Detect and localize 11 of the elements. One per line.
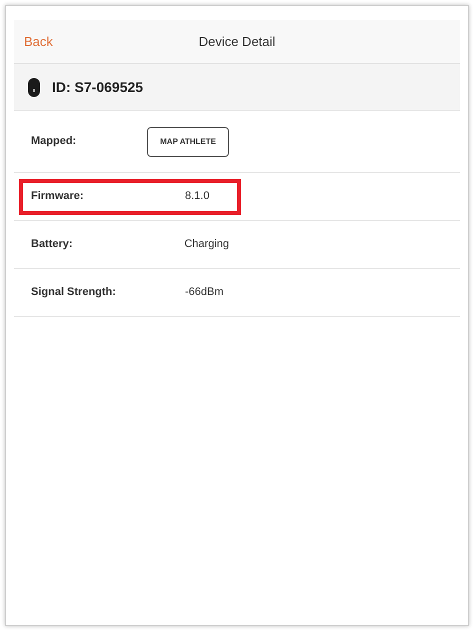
field-label: Signal Strength: [31, 285, 117, 300]
field-value: 8.1.0 [185, 189, 210, 204]
field-value: -66dBm [185, 285, 224, 300]
sensor-icon [28, 78, 40, 96]
field-value: Charging [184, 237, 229, 252]
field-label: Battery: [31, 237, 74, 252]
device-id: ID: S7-069525 [52, 78, 144, 96]
map-athlete-button[interactable]: MAP ATHLETE [147, 126, 229, 156]
field-label: Mapped: [31, 134, 78, 150]
field-label: Firmware: [31, 189, 85, 204]
page-title: Device Detail [198, 32, 276, 51]
